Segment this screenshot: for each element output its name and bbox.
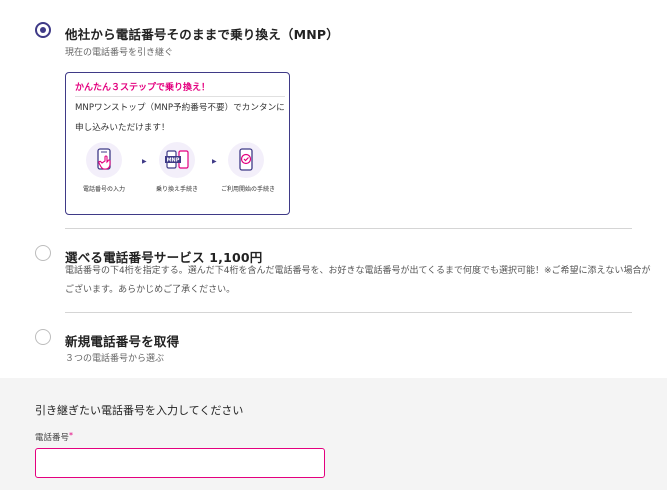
option-mnp-title: 他社から電話番号そのままで乗り換え（MNP） (65, 27, 339, 42)
mnp-transfer-icon: MNP (159, 142, 195, 178)
step-3: ご利用開始の手続き (221, 142, 276, 193)
phone-number-label: 電話番号* (35, 431, 73, 443)
required-mark: * (69, 431, 74, 440)
option-new-number-title: 新規電話番号を取得 (65, 334, 180, 349)
phone-number-label-text: 電話番号 (35, 433, 70, 443)
phone-tap-icon (86, 142, 122, 178)
step-3-label: ご利用開始の手続き (221, 186, 276, 193)
svg-text:MNP: MNP (167, 158, 180, 164)
option-new-number[interactable]: 新規電話番号を取得 ３つの電話番号から選ぶ (0, 313, 667, 373)
radio-new-number[interactable] (35, 329, 51, 345)
radio-mnp[interactable] (35, 22, 51, 38)
step-2: MNP 乗り換え手続き (152, 142, 202, 193)
step-1: 電話番号の入力 (79, 142, 129, 193)
card-heading: かんたん３ステップで乗り換え！ (75, 83, 211, 93)
check-phone-icon (228, 142, 264, 178)
option-new-number-subtitle: ３つの電話番号から選ぶ (65, 354, 165, 364)
phone-number-input[interactable] (35, 448, 325, 478)
step-2-label: 乗り換え手続き (155, 186, 198, 193)
option-mnp-subtitle: 現在の電話番号を引き継ぐ (65, 48, 174, 58)
card-divider (75, 96, 285, 97)
form-title: 引き継ぎたい電話番号を入力してください (35, 404, 244, 417)
step-arrow-icon: ▶ (212, 158, 217, 165)
option-choose-number-description: 電話番号の下4桁を指定する。選んだ下4桁を含んだ電話番号を、お好きな電話番号が出… (65, 266, 651, 295)
step-1-label: 電話番号の入力 (82, 186, 125, 193)
step-arrow-icon: ▶ (142, 158, 147, 165)
radio-choose-number[interactable] (35, 245, 51, 261)
phone-transfer-form: 引き継ぎたい電話番号を入力してください 電話番号* (0, 378, 667, 490)
mnp-steps-card: かんたん３ステップで乗り換え！ MNPワンストップ（MNP予約番号不要）でカンタ… (65, 72, 290, 215)
card-body: MNPワンストップ（MNP予約番号不要）でカンタンに申し込みいただけます！ (75, 103, 285, 133)
option-mnp[interactable]: 他社から電話番号そのままで乗り換え（MNP） 現在の電話番号を引き継ぐ かんたん… (0, 0, 667, 220)
option-choose-number[interactable]: 選べる電話番号サービス 1,100円 電話番号の下4桁を指定する。選んだ下4桁を… (0, 229, 667, 311)
